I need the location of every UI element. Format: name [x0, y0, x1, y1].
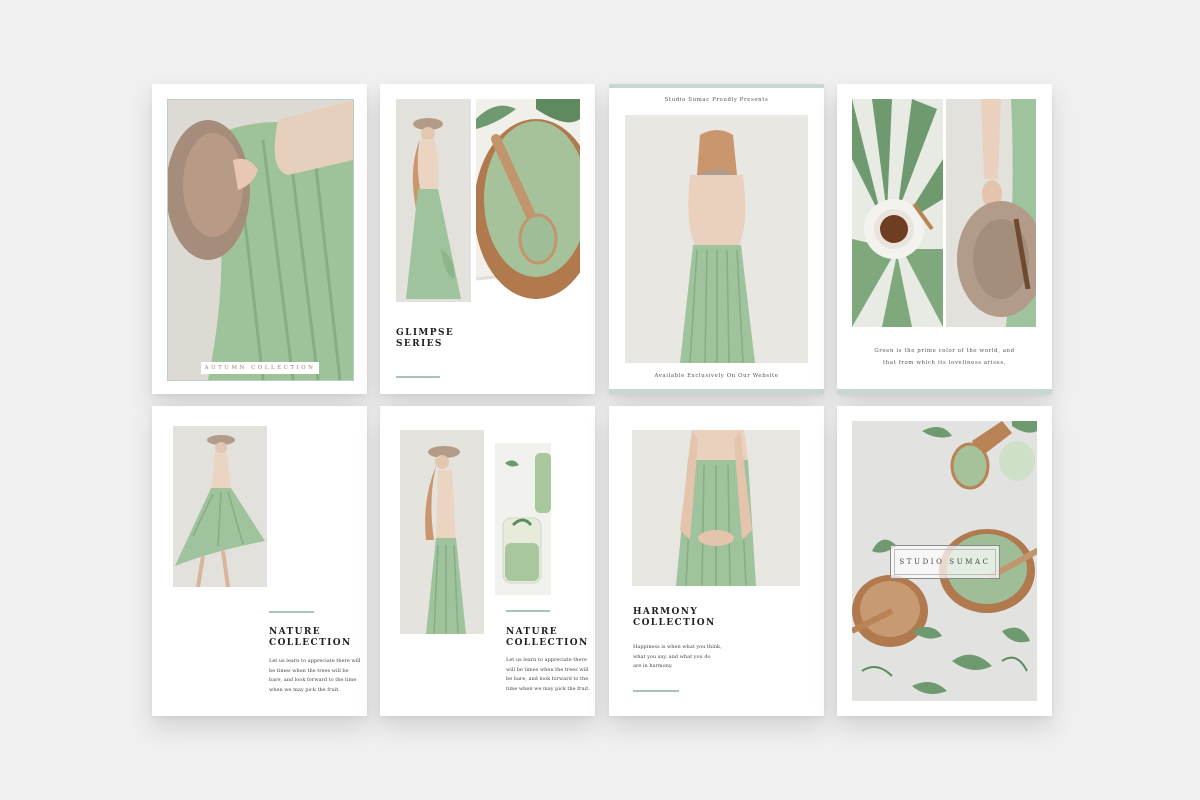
template-card-nature-1[interactable]: NATURE COLLECTION Let us learn to apprec… — [152, 406, 367, 716]
template-card-quote[interactable]: Green is the prime color of the world, a… — [837, 84, 1052, 394]
presents-text: Studio Sumac Proudly Presents — [664, 97, 769, 103]
harmony-body-text: Happiness is when what you think, what y… — [633, 644, 722, 669]
photo-woman-back — [625, 115, 808, 363]
photo-botanical-flatlay: STUDIO SUMAC — [852, 421, 1037, 701]
quote-line-2: that from which its loveliness arises. — [882, 360, 1007, 366]
studio-sumac-logo-box: STUDIO SUMAC — [890, 545, 1000, 579]
photo-woman-twirl — [173, 426, 267, 587]
photo-green-jar — [495, 443, 551, 595]
photo-woman-hands-back — [632, 430, 800, 586]
template-card-harmony[interactable]: HARMONY COLLECTION Happiness is when wha… — [609, 406, 824, 716]
photo-hand-hat — [946, 99, 1036, 327]
nature-body-text: Let us learn to appreciate there will be… — [506, 657, 590, 692]
photo-bath-salts — [476, 99, 580, 378]
harmony-collection-title: HARMONY COLLECTION — [633, 607, 716, 628]
quote-line-1: Green is the prime color of the world, a… — [874, 348, 1015, 354]
template-card-studio[interactable]: STUDIO SUMAC — [837, 406, 1052, 716]
available-text: Available Exclusively On Our Website — [654, 373, 779, 379]
bottom-strip — [609, 389, 824, 394]
autumn-collection-label: AUTUMN COLLECTION — [201, 362, 319, 374]
template-card-presents[interactable]: Studio Sumac Proudly Presents Available … — [609, 84, 824, 394]
photo-coffee-palm — [852, 99, 943, 327]
top-strip — [609, 84, 824, 88]
nature-collection-title: NATURE COLLECTION — [269, 627, 352, 648]
studio-sumac-brand: STUDIO SUMAC — [894, 549, 996, 575]
nature-collection-title: NATURE COLLECTION — [506, 627, 589, 648]
template-card-glimpse[interactable]: GLIMPSE SERIES — [380, 84, 595, 394]
accent-bar — [396, 376, 440, 378]
accent-bar — [269, 611, 314, 613]
accent-bar — [633, 690, 679, 692]
photo-woman-profile — [400, 430, 484, 634]
bottom-strip — [837, 389, 1052, 394]
photo-hat-skirt: AUTUMN COLLECTION — [167, 99, 354, 381]
glimpse-series-title: GLIMPSE SERIES — [396, 328, 455, 349]
template-card-nature-2[interactable]: NATURE COLLECTION Let us learn to apprec… — [380, 406, 595, 716]
nature-body-text: Let us learn to appreciate there will be… — [269, 658, 361, 693]
template-card-autumn[interactable]: AUTUMN COLLECTION — [152, 84, 367, 394]
accent-bar — [506, 610, 550, 612]
photo-woman-hat — [396, 99, 471, 302]
